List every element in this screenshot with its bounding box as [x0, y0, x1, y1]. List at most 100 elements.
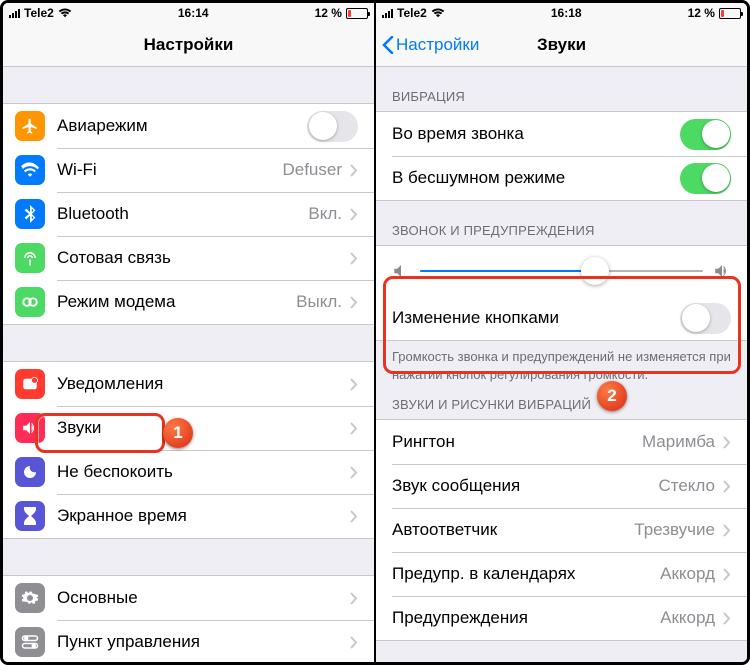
- row-label: Во время звонка: [392, 124, 680, 144]
- row-label: Предупр. в календарях: [392, 564, 654, 584]
- chevron-right-icon: [350, 296, 358, 309]
- chevron-right-icon: [723, 480, 731, 493]
- row-voicemail[interactable]: Автоответчик Трезвучие: [376, 508, 747, 552]
- antenna-icon: [15, 243, 45, 273]
- volume-low-icon: [392, 262, 410, 280]
- chevron-right-icon: [350, 208, 358, 221]
- chevron-right-icon: [723, 568, 731, 581]
- wifi-icon: [431, 8, 445, 18]
- row-detail: Defuser: [282, 160, 342, 180]
- row-vibrate-ring[interactable]: Во время звонка: [376, 112, 747, 156]
- row-detail: Трезвучие: [634, 520, 715, 540]
- airplane-icon: [15, 111, 45, 141]
- ringer-footer: Громкость звонка и предупреждений не изм…: [376, 341, 747, 383]
- row-label: Не беспокоить: [57, 462, 342, 482]
- row-cellular[interactable]: Сотовая связь: [3, 236, 374, 280]
- battery-pct: 12 %: [688, 6, 715, 20]
- row-wifi[interactable]: Wi-Fi Defuser: [3, 148, 374, 192]
- signal-icon: [9, 8, 20, 18]
- moon-icon: [15, 457, 45, 487]
- chevron-right-icon: [350, 510, 358, 523]
- row-sounds[interactable]: Звуки: [3, 406, 374, 450]
- row-label: Bluetooth: [57, 204, 302, 224]
- settings-screen: Tele2 16:14 12 % Настройки Авиарежим: [3, 3, 375, 662]
- row-general[interactable]: Основные: [3, 576, 374, 620]
- wifi-icon: [58, 8, 72, 18]
- row-ringtone[interactable]: Рингтон Маримба: [376, 420, 747, 464]
- chevron-right-icon: [723, 524, 731, 537]
- sound-icon: [15, 413, 45, 443]
- switches-icon: [15, 627, 45, 657]
- row-label: Уведомления: [57, 374, 342, 394]
- back-button[interactable]: Настройки: [382, 35, 479, 55]
- group-header-vibration: ВИБРАЦИЯ: [376, 67, 747, 111]
- row-label: Пункт управления: [57, 632, 342, 652]
- row-label: Изменение кнопками: [392, 308, 680, 328]
- page-title: Настройки: [144, 35, 234, 55]
- battery-pct: 12 %: [315, 6, 342, 20]
- chevron-right-icon: [350, 164, 358, 177]
- hourglass-icon: [15, 501, 45, 531]
- page-title: Звуки: [537, 35, 586, 55]
- section-alerts: Уведомления Звуки Не беспокоить: [3, 361, 374, 539]
- chevron-right-icon: [723, 612, 731, 625]
- carrier-label: Tele2: [24, 6, 54, 20]
- chevron-right-icon: [723, 436, 731, 449]
- chevron-right-icon: [350, 252, 358, 265]
- airplane-toggle[interactable]: [307, 111, 358, 142]
- row-bluetooth[interactable]: Bluetooth Вкл.: [3, 192, 374, 236]
- change-buttons-toggle[interactable]: [680, 303, 731, 334]
- row-label: Авиарежим: [57, 116, 307, 136]
- row-change-buttons[interactable]: Изменение кнопками: [376, 296, 747, 340]
- row-label: В бесшумном режиме: [392, 168, 680, 188]
- section-general: Основные Пункт управления: [3, 575, 374, 662]
- row-detail: Вкл.: [308, 204, 342, 224]
- gear-icon: [15, 583, 45, 613]
- signal-icon: [382, 8, 393, 18]
- row-vibrate-silent[interactable]: В бесшумном режиме: [376, 156, 747, 200]
- nav-bar: Настройки Звуки: [376, 23, 747, 67]
- row-label: Рингтон: [392, 432, 636, 452]
- group-header-sounds: ЗВУКИ И РИСУНКИ ВИБРАЦИЙ: [376, 383, 747, 419]
- time-label: 16:18: [551, 6, 582, 20]
- row-label: Звуки: [57, 418, 342, 438]
- volume-slider-row[interactable]: [376, 246, 747, 296]
- group-header-ringer: ЗВОНОК И ПРЕДУПРЕЖДЕНИЯ: [376, 201, 747, 245]
- row-label: Автоответчик: [392, 520, 628, 540]
- battery-icon: [346, 8, 368, 19]
- row-label: Режим модема: [57, 292, 290, 312]
- chevron-right-icon: [350, 636, 358, 649]
- row-label: Экранное время: [57, 506, 342, 526]
- row-label: Сотовая связь: [57, 248, 342, 268]
- row-notifications[interactable]: Уведомления: [3, 362, 374, 406]
- row-dnd[interactable]: Не беспокоить: [3, 450, 374, 494]
- row-detail: Аккорд: [660, 564, 715, 584]
- row-hotspot[interactable]: Режим модема Выкл.: [3, 280, 374, 324]
- vibrate-silent-toggle[interactable]: [680, 163, 731, 194]
- notifications-icon: [15, 369, 45, 399]
- row-airplane[interactable]: Авиарежим: [3, 104, 374, 148]
- row-detail: Аккорд: [660, 608, 715, 628]
- row-label: Основные: [57, 588, 342, 608]
- row-calendar-alerts[interactable]: Предупр. в календарях Аккорд: [376, 552, 747, 596]
- row-text-tone[interactable]: Звук сообщения Стекло: [376, 464, 747, 508]
- row-controlcenter[interactable]: Пункт управления: [3, 620, 374, 662]
- sounds-screen: Tele2 16:18 12 % Настройки Звуки ВИБРАЦИ…: [375, 3, 747, 662]
- section-ringer: Изменение кнопками: [376, 245, 747, 341]
- row-label: Звук сообщения: [392, 476, 652, 496]
- chevron-right-icon: [350, 466, 358, 479]
- row-screentime[interactable]: Экранное время: [3, 494, 374, 538]
- nav-bar: Настройки: [3, 23, 374, 67]
- volume-high-icon: [713, 262, 731, 280]
- chevron-right-icon: [350, 422, 358, 435]
- chevron-right-icon: [350, 592, 358, 605]
- bluetooth-icon: [15, 199, 45, 229]
- row-detail: Маримба: [642, 432, 715, 452]
- volume-slider[interactable]: [420, 270, 703, 272]
- row-reminder-alerts[interactable]: Предупреждения Аккорд: [376, 596, 747, 640]
- row-detail: Выкл.: [296, 292, 342, 312]
- status-bar: Tele2 16:18 12 %: [376, 3, 747, 23]
- carrier-label: Tele2: [397, 6, 427, 20]
- section-sounds: Рингтон Маримба Звук сообщения Стекло Ав…: [376, 419, 747, 641]
- vibrate-ring-toggle[interactable]: [680, 119, 731, 150]
